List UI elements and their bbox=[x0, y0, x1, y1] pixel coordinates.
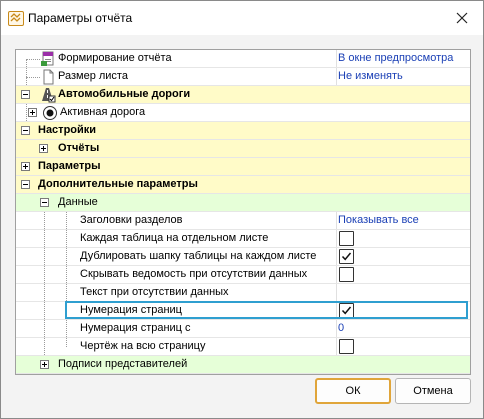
property-row[interactable]: Текст при отсутствии данных bbox=[16, 284, 470, 302]
expand-icon[interactable] bbox=[40, 360, 49, 369]
property-name: Дублировать шапку таблицы на каждом лист… bbox=[80, 250, 317, 262]
report-generation-icon bbox=[40, 51, 56, 67]
expand-icon[interactable] bbox=[28, 108, 37, 117]
category-row[interactable]: Настройки bbox=[16, 122, 470, 140]
document-icon bbox=[40, 69, 56, 85]
property-row-selected[interactable]: Нумерация страниц bbox=[16, 302, 470, 320]
property-value[interactable]: Показывать все bbox=[338, 214, 419, 226]
subcategory-row[interactable]: Данные bbox=[16, 194, 470, 212]
collapse-icon[interactable] bbox=[40, 198, 49, 207]
expand-icon[interactable] bbox=[21, 162, 30, 171]
collapse-icon[interactable] bbox=[21, 90, 30, 99]
property-grid: Формирование отчёта В окне предпросмотра… bbox=[15, 49, 471, 375]
checkbox[interactable] bbox=[339, 267, 354, 282]
report-app-icon bbox=[8, 11, 24, 26]
property-name: Размер листа bbox=[58, 70, 128, 82]
property-row[interactable]: Чертёж на всю страницу bbox=[16, 338, 470, 356]
category-row[interactable]: Отчёты bbox=[16, 140, 470, 158]
window-title: Параметры отчёта bbox=[28, 11, 133, 25]
property-row[interactable]: Нумерация страниц с 0 bbox=[16, 320, 470, 338]
checkbox[interactable] bbox=[339, 231, 354, 246]
subcategory-row[interactable]: Подписи представителей bbox=[16, 356, 470, 374]
property-row[interactable]: Скрывать ведомость при отсутствии данных bbox=[16, 266, 470, 284]
close-icon bbox=[456, 12, 468, 24]
property-name: Заголовки разделов bbox=[80, 214, 183, 226]
ok-button[interactable]: ОК bbox=[315, 378, 391, 404]
report-settings-dialog: Параметры отчёта Формирование отчёта В о… bbox=[0, 0, 484, 419]
cancel-button[interactable]: Отмена bbox=[395, 378, 471, 404]
category-name: Дополнительные параметры bbox=[38, 178, 198, 190]
subcategory-name: Данные bbox=[58, 196, 98, 208]
property-value[interactable]: Не изменять bbox=[338, 70, 403, 82]
property-row[interactable]: Каждая таблица на отдельном листе bbox=[16, 230, 470, 248]
property-name: Формирование отчёта bbox=[58, 52, 172, 64]
property-row[interactable]: Размер листа Не изменять bbox=[16, 68, 470, 86]
road-icon bbox=[40, 87, 56, 103]
property-row[interactable]: Активная дорога bbox=[16, 104, 470, 122]
collapse-icon[interactable] bbox=[21, 180, 30, 189]
checkmark-icon bbox=[341, 252, 352, 261]
property-value[interactable]: 0 bbox=[338, 322, 344, 334]
subcategory-name: Подписи представителей bbox=[58, 358, 188, 370]
checkbox[interactable] bbox=[339, 249, 354, 264]
property-row[interactable]: Заголовки разделов Показывать все bbox=[16, 212, 470, 230]
property-row[interactable]: Дублировать шапку таблицы на каждом лист… bbox=[16, 248, 470, 266]
property-name: Нумерация страниц с bbox=[80, 322, 191, 334]
close-button[interactable] bbox=[451, 7, 473, 29]
category-name: Отчёты bbox=[58, 142, 100, 154]
radio-selected-icon bbox=[42, 105, 58, 121]
checkbox[interactable] bbox=[339, 339, 354, 354]
category-name: Настройки bbox=[38, 124, 97, 136]
property-name: Скрывать ведомость при отсутствии данных bbox=[80, 268, 308, 280]
category-row[interactable]: Автомобильные дороги bbox=[16, 86, 470, 104]
property-value[interactable]: В окне предпросмотра bbox=[338, 52, 453, 64]
checkmark-icon bbox=[341, 306, 352, 315]
property-name: Чертёж на всю страницу bbox=[80, 340, 206, 352]
category-row[interactable]: Параметры bbox=[16, 158, 470, 176]
expand-icon[interactable] bbox=[39, 144, 48, 153]
property-name: Текст при отсутствии данных bbox=[80, 286, 229, 298]
property-name: Активная дорога bbox=[60, 106, 146, 118]
property-name: Нумерация страниц bbox=[80, 304, 182, 316]
category-row[interactable]: Дополнительные параметры bbox=[16, 176, 470, 194]
property-row[interactable]: Формирование отчёта В окне предпросмотра bbox=[16, 50, 470, 68]
checkbox[interactable] bbox=[339, 303, 354, 318]
property-name: Каждая таблица на отдельном листе bbox=[80, 232, 269, 244]
title-bar: Параметры отчёта bbox=[1, 1, 483, 35]
collapse-icon[interactable] bbox=[21, 126, 30, 135]
category-name: Параметры bbox=[38, 160, 101, 172]
category-name: Автомобильные дороги bbox=[58, 88, 191, 100]
